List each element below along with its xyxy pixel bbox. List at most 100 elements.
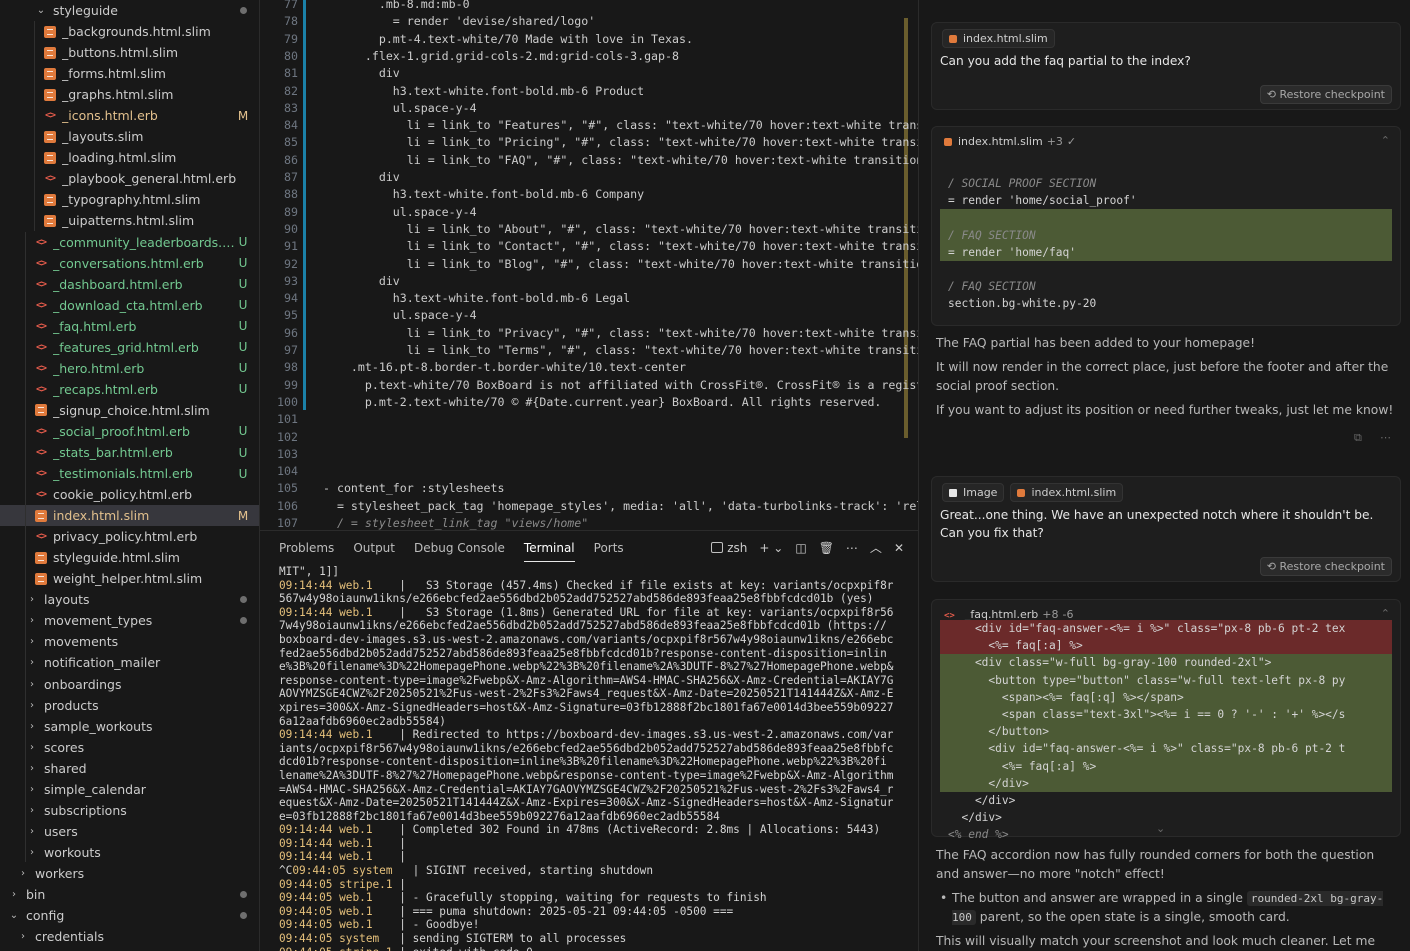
explorer-file[interactable]: _layouts.slim: [0, 126, 259, 147]
explorer-folder[interactable]: › simple_calendar: [0, 779, 259, 800]
explorer-file[interactable]: index.html.slim M: [0, 505, 259, 527]
collapse-icon[interactable]: ⌃: [1381, 607, 1390, 620]
code-line[interactable]: 79 p.mt-4.text-white/70 Made with love i…: [260, 31, 918, 48]
code-line[interactable]: 100 p.mt-2.text-white/70 © #{Date.curren…: [260, 394, 918, 411]
restore-checkpoint-button[interactable]: ⟲ Restore checkpoint: [1259, 557, 1392, 576]
code-line[interactable]: 84 li = link_to "Features", "#", class: …: [260, 117, 918, 134]
code-line[interactable]: 107 / = stylesheet_link_tag "views/home": [260, 515, 918, 530]
more-icon[interactable]: ⋯: [846, 541, 858, 555]
trash-icon[interactable]: 🗑: [819, 541, 834, 555]
explorer-file[interactable]: <> _community_leaderboards.ht... U: [0, 232, 259, 253]
code-line[interactable]: 99 p.text-white/70 BoxBoard is not affil…: [260, 377, 918, 394]
terminal-output[interactable]: MIT", 1]] 09:14:44 web.1 | S3 Storage (45…: [279, 565, 909, 951]
explorer-file[interactable]: _typography.html.slim: [0, 189, 259, 210]
code-line[interactable]: 97 li = link_to "Terms", "#", class: "te…: [260, 342, 918, 359]
code-line[interactable]: 105 - content_for :stylesheets: [260, 480, 918, 497]
explorer-folder[interactable]: › onboardings: [0, 674, 259, 695]
explorer-file[interactable]: weight_helper.html.slim: [0, 568, 259, 589]
explorer-file[interactable]: <> _download_cta.html.erb U: [0, 295, 259, 316]
explorer-folder[interactable]: › workers: [0, 863, 259, 884]
explorer-folder[interactable]: › credentials: [0, 926, 259, 947]
tab-debug-console[interactable]: Debug Console: [414, 535, 505, 561]
explorer-file[interactable]: <> _conversations.html.erb U: [0, 253, 259, 274]
explorer-folder[interactable]: › users: [0, 821, 259, 842]
tab-terminal[interactable]: Terminal: [523, 535, 575, 562]
explorer-file[interactable]: <> _playbook_general.html.erb: [0, 168, 259, 189]
explorer-folder[interactable]: › sample_workouts: [0, 716, 259, 737]
code-line[interactable]: 94 h3.text-white.font-bold.mb-6 Legal: [260, 290, 918, 307]
explorer-file[interactable]: _buttons.html.slim: [0, 42, 259, 63]
explorer-file[interactable]: <> _dashboard.html.erb U: [0, 274, 259, 295]
new-terminal-icon[interactable]: + ⌄: [759, 541, 783, 555]
explorer-folder[interactable]: › notification_mailer: [0, 652, 259, 673]
code-line[interactable]: 83 ul.space-y-4: [260, 100, 918, 117]
tab-ports[interactable]: Ports: [594, 535, 624, 561]
code-line[interactable]: 80 .flex-1.grid.grid-cols-2.md:grid-cols…: [260, 48, 918, 65]
explorer-folder[interactable]: › products: [0, 695, 259, 716]
expand-icon[interactable]: ⌄: [1156, 822, 1165, 835]
split-terminal-icon[interactable]: ◫: [795, 541, 806, 555]
close-panel-icon[interactable]: ✕: [894, 541, 904, 555]
maximize-panel-icon[interactable]: ︿: [870, 539, 882, 556]
explorer-folder[interactable]: ⌄ config: [0, 905, 259, 926]
code-line[interactable]: 81 div: [260, 65, 918, 82]
code-line[interactable]: 90 li = link_to "About", "#", class: "te…: [260, 221, 918, 238]
explorer-file[interactable]: _loading.html.slim: [0, 147, 259, 168]
explorer-folder[interactable]: › movement_types: [0, 610, 259, 631]
explorer-file[interactable]: <> privacy_policy.html.erb: [0, 526, 259, 547]
explorer-file[interactable]: <> cookie_policy.html.erb: [0, 484, 259, 505]
context-file-chip[interactable]: index.html.slim: [1010, 483, 1124, 502]
explorer-file[interactable]: <> _features_grid.html.erb U: [0, 337, 259, 358]
code-line[interactable]: 102: [260, 429, 918, 446]
explorer-file[interactable]: _graphs.html.slim: [0, 84, 259, 105]
more-icon[interactable]: ⋯: [1380, 431, 1391, 444]
code-line[interactable]: 93 div: [260, 273, 918, 290]
code-line[interactable]: 78 = render 'devise/shared/logo': [260, 13, 918, 30]
explorer-file[interactable]: _forms.html.slim: [0, 63, 259, 84]
explorer-folder[interactable]: › scores: [0, 737, 259, 758]
code-line[interactable]: 85 li = link_to "Pricing", "#", class: "…: [260, 134, 918, 151]
context-file-chip[interactable]: index.html.slim: [942, 29, 1055, 48]
explorer-folder[interactable]: › workouts: [0, 842, 259, 863]
tab-problems[interactable]: Problems: [279, 535, 334, 561]
code-line[interactable]: 95 ul.space-y-4: [260, 307, 918, 324]
diff-file-name[interactable]: index.html.slim: [958, 135, 1043, 148]
context-image-chip[interactable]: Image: [942, 483, 1005, 502]
terminal-shell-selector[interactable]: zsh: [711, 541, 747, 555]
code-line[interactable]: 89 ul.space-y-4: [260, 204, 918, 221]
explorer-file[interactable]: <> _social_proof.html.erb U: [0, 421, 259, 442]
explorer-folder[interactable]: › layouts: [0, 589, 259, 610]
copy-icon[interactable]: ⧉: [1354, 431, 1362, 445]
restore-checkpoint-button[interactable]: ⟲ Restore checkpoint: [1259, 85, 1392, 104]
explorer-folder[interactable]: › subscriptions: [0, 800, 259, 821]
tab-output[interactable]: Output: [353, 535, 395, 561]
explorer-file[interactable]: _signup_choice.html.slim: [0, 400, 259, 421]
code-line[interactable]: 98 .mt-16.pt-8.border-t.border-white/10.…: [260, 359, 918, 376]
code-line[interactable]: 92 li = link_to "Blog", "#", class: "tex…: [260, 256, 918, 273]
explorer-file[interactable]: <> _stats_bar.html.erb U: [0, 442, 259, 463]
explorer-file[interactable]: styleguide.html.slim: [0, 547, 259, 568]
code-editor[interactable]: 77 .mb-8.md:mb-0 78 = render 'devise/shar…: [260, 0, 918, 530]
code-line[interactable]: 77 .mb-8.md:mb-0: [260, 0, 918, 13]
explorer-folder[interactable]: ⌄ styleguide: [0, 0, 259, 21]
explorer-folder[interactable]: › shared: [0, 758, 259, 779]
explorer-file[interactable]: <> _testimonials.html.erb U: [0, 463, 259, 484]
code-line[interactable]: 101: [260, 411, 918, 428]
code-line[interactable]: 103: [260, 446, 918, 463]
code-line[interactable]: 106 = stylesheet_pack_tag 'homepage_styl…: [260, 498, 918, 515]
code-line[interactable]: 86 li = link_to "FAQ", "#", class: "text…: [260, 152, 918, 169]
explorer-file[interactable]: _uipatterns.html.slim: [0, 210, 259, 231]
code-line[interactable]: 88 h3.text-white.font-bold.mb-6 Company: [260, 186, 918, 203]
explorer-folder[interactable]: › bin: [0, 884, 259, 905]
collapse-icon[interactable]: ⌃: [1381, 134, 1390, 147]
explorer-folder[interactable]: › movements: [0, 631, 259, 652]
explorer-file[interactable]: <> _faq.html.erb U: [0, 316, 259, 337]
explorer-file[interactable]: <> _recaps.html.erb U: [0, 379, 259, 400]
explorer-file[interactable]: _backgrounds.html.slim: [0, 21, 259, 42]
code-line[interactable]: 82 h3.text-white.font-bold.mb-6 Product: [260, 83, 918, 100]
code-line[interactable]: 96 li = link_to "Privacy", "#", class: "…: [260, 325, 918, 342]
explorer-file[interactable]: <> _icons.html.erb M: [0, 105, 259, 126]
explorer-file[interactable]: <> _hero.html.erb U: [0, 358, 259, 379]
code-line[interactable]: 91 li = link_to "Contact", "#", class: "…: [260, 238, 918, 255]
code-line[interactable]: 104: [260, 463, 918, 480]
